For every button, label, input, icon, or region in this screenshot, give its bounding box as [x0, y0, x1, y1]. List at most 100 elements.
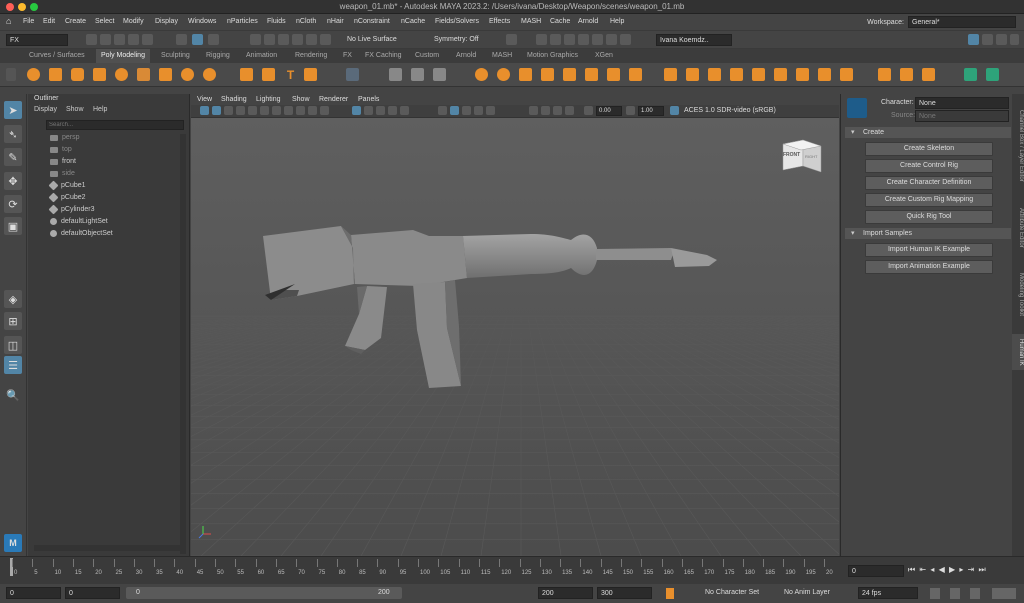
insert-edge-loop-icon[interactable] — [686, 68, 699, 81]
ambient-occlusion-icon[interactable] — [450, 106, 459, 115]
scale-tool-icon[interactable]: ▣ — [4, 217, 22, 235]
move-tool-icon[interactable]: ✥ — [4, 172, 22, 190]
outliner-search-input[interactable] — [46, 120, 184, 130]
wireframe-icon[interactable] — [352, 106, 361, 115]
bridge-icon[interactable] — [541, 68, 554, 81]
depth-of-field-icon[interactable] — [486, 106, 495, 115]
pause-icon[interactable] — [620, 34, 631, 45]
shelf-tab-mash[interactable]: MASH — [487, 49, 517, 63]
live-surface-label[interactable]: No Live Surface — [347, 36, 397, 43]
menu-fields-solvers[interactable]: Fields/Solvers — [435, 18, 479, 25]
exposure-icon[interactable] — [584, 106, 593, 115]
render-settings-icon[interactable] — [578, 34, 589, 45]
lights-icon[interactable] — [400, 106, 409, 115]
side-tab-modeling-toolkit[interactable]: Modeling Toolkit — [1012, 264, 1024, 324]
menu-select[interactable]: Select — [95, 18, 114, 25]
xray-components-icon[interactable] — [565, 106, 574, 115]
append-polygon-icon[interactable] — [629, 68, 642, 81]
shelf-tab-xgen[interactable]: XGen — [590, 49, 618, 63]
create-control-rig-button[interactable]: Create Control Rig — [865, 159, 993, 173]
platonic-solid-icon[interactable] — [181, 68, 194, 81]
menu-ncache[interactable]: nCache — [401, 18, 425, 25]
outliner-menu-display[interactable]: Display — [34, 106, 57, 113]
multi-cut-icon[interactable] — [664, 68, 677, 81]
outliner-item-defaultobjectset[interactable]: defaultObjectSet — [50, 230, 113, 237]
gamma-field[interactable]: 1.00 — [638, 106, 664, 116]
create-section-header[interactable]: Create — [845, 127, 1011, 138]
playback-controls[interactable]: ⏮ ⇤ ◂ ◀ ▶ ▸ ⇥ ⏭ — [908, 565, 987, 575]
xray-icon[interactable] — [541, 106, 550, 115]
symmetry-label[interactable]: Symmetry: Off — [434, 36, 479, 43]
workspace-dropdown[interactable]: General* — [908, 16, 1016, 28]
snap-surface-icon[interactable] — [306, 34, 317, 45]
home-icon[interactable]: ⌂ — [6, 16, 11, 26]
outliner-item-side[interactable]: side — [50, 170, 75, 177]
anim-layer-dropdown[interactable]: No Anim Layer — [784, 589, 830, 596]
viewport-menu-shading[interactable]: Shading — [221, 96, 247, 103]
poly-cylinder-icon[interactable] — [71, 68, 84, 81]
menu-set-dropdown[interactable]: FX — [6, 34, 68, 46]
quad-draw-icon[interactable] — [730, 68, 743, 81]
view-transform-label[interactable]: ACES 1.0 SDR-video (sRGB) — [684, 107, 776, 114]
loop-icon[interactable] — [930, 588, 940, 599]
select-component-icon[interactable] — [208, 34, 219, 45]
poly-pyramid-icon[interactable] — [203, 68, 216, 81]
menu-ncloth[interactable]: nCloth — [296, 18, 316, 25]
toggle-channel-box-icon[interactable] — [996, 34, 1007, 45]
snap-view-icon[interactable] — [292, 34, 303, 45]
create-character-definition-button[interactable]: Create Character Definition — [865, 176, 993, 190]
slide-edge-icon[interactable] — [796, 68, 809, 81]
gate-mask-icon[interactable] — [308, 106, 317, 115]
viewport-menu-show[interactable]: Show — [292, 96, 310, 103]
sweep-mesh-icon[interactable] — [262, 68, 275, 81]
animation-preferences-icon[interactable] — [970, 588, 980, 599]
side-tab-human-ik[interactable]: Human IK — [1012, 334, 1024, 370]
two-d-pan-zoom-icon[interactable] — [248, 106, 257, 115]
four-view-layout-icon[interactable]: ⊞ — [4, 312, 22, 330]
merge-icon[interactable] — [585, 68, 598, 81]
snap-curve-icon[interactable] — [264, 34, 275, 45]
save-scene-icon[interactable] — [114, 34, 125, 45]
poly-cube-icon[interactable] — [49, 68, 62, 81]
toggle-tool-settings-icon[interactable] — [982, 34, 993, 45]
field-chart-icon[interactable] — [320, 106, 329, 115]
poly-sphere-icon[interactable] — [27, 68, 40, 81]
menu-nparticles[interactable]: nParticles — [227, 18, 258, 25]
outliner-vertical-scrollbar[interactable] — [180, 134, 186, 554]
select-tool-icon[interactable]: ➤ — [4, 101, 22, 119]
shelf-tab-rigging[interactable]: Rigging — [201, 49, 235, 63]
sound-icon[interactable] — [950, 588, 960, 599]
image-plane-icon[interactable] — [236, 106, 245, 115]
render-sequence-icon[interactable] — [550, 34, 561, 45]
import-animation-example-button[interactable]: Import Animation Example — [865, 260, 993, 274]
open-scene-icon[interactable] — [100, 34, 111, 45]
uv-editor-icon[interactable] — [922, 68, 935, 81]
outliner-item-pcube1[interactable]: pCube1 — [48, 180, 86, 191]
maya-logo-icon[interactable]: M — [4, 534, 22, 552]
type-tool-icon[interactable]: T — [284, 68, 297, 82]
source-dropdown[interactable]: None — [915, 110, 1009, 122]
snap-point-icon[interactable] — [278, 34, 289, 45]
shelf-tab-fx[interactable]: FX — [338, 49, 357, 63]
viewport-menu-lighting[interactable]: Lighting — [256, 96, 281, 103]
camera-attributes-icon[interactable] — [212, 106, 221, 115]
side-tab-channel-box[interactable]: Channel Box / Layer Editor — [1012, 98, 1024, 194]
shelf-tab-motion-graphics[interactable]: Motion Graphics — [522, 49, 583, 63]
shelf-tab-poly-modeling[interactable]: Poly Modeling — [96, 49, 150, 63]
hypershade-icon[interactable] — [592, 34, 603, 45]
select-hierarchy-icon[interactable] — [176, 34, 187, 45]
boolean-difference-icon[interactable] — [497, 68, 510, 81]
toggle-modeling-toolkit-icon[interactable] — [1010, 34, 1019, 45]
gamma-icon[interactable] — [626, 106, 635, 115]
menu-modify[interactable]: Modify — [123, 18, 144, 25]
xray-joints-icon[interactable] — [553, 106, 562, 115]
select-camera-icon[interactable] — [200, 106, 209, 115]
film-gate-icon[interactable] — [284, 106, 293, 115]
menu-edit[interactable]: Edit — [43, 18, 55, 25]
color-management-icon[interactable] — [670, 106, 679, 115]
viewport-menu-renderer[interactable]: Renderer — [319, 96, 348, 103]
menu-display[interactable]: Display — [155, 18, 178, 25]
two-pane-layout-icon[interactable]: ◫ — [4, 336, 22, 354]
separate-icon[interactable] — [411, 68, 424, 81]
shelf-tab-curves-surfaces[interactable]: Curves / Surfaces — [24, 49, 90, 63]
